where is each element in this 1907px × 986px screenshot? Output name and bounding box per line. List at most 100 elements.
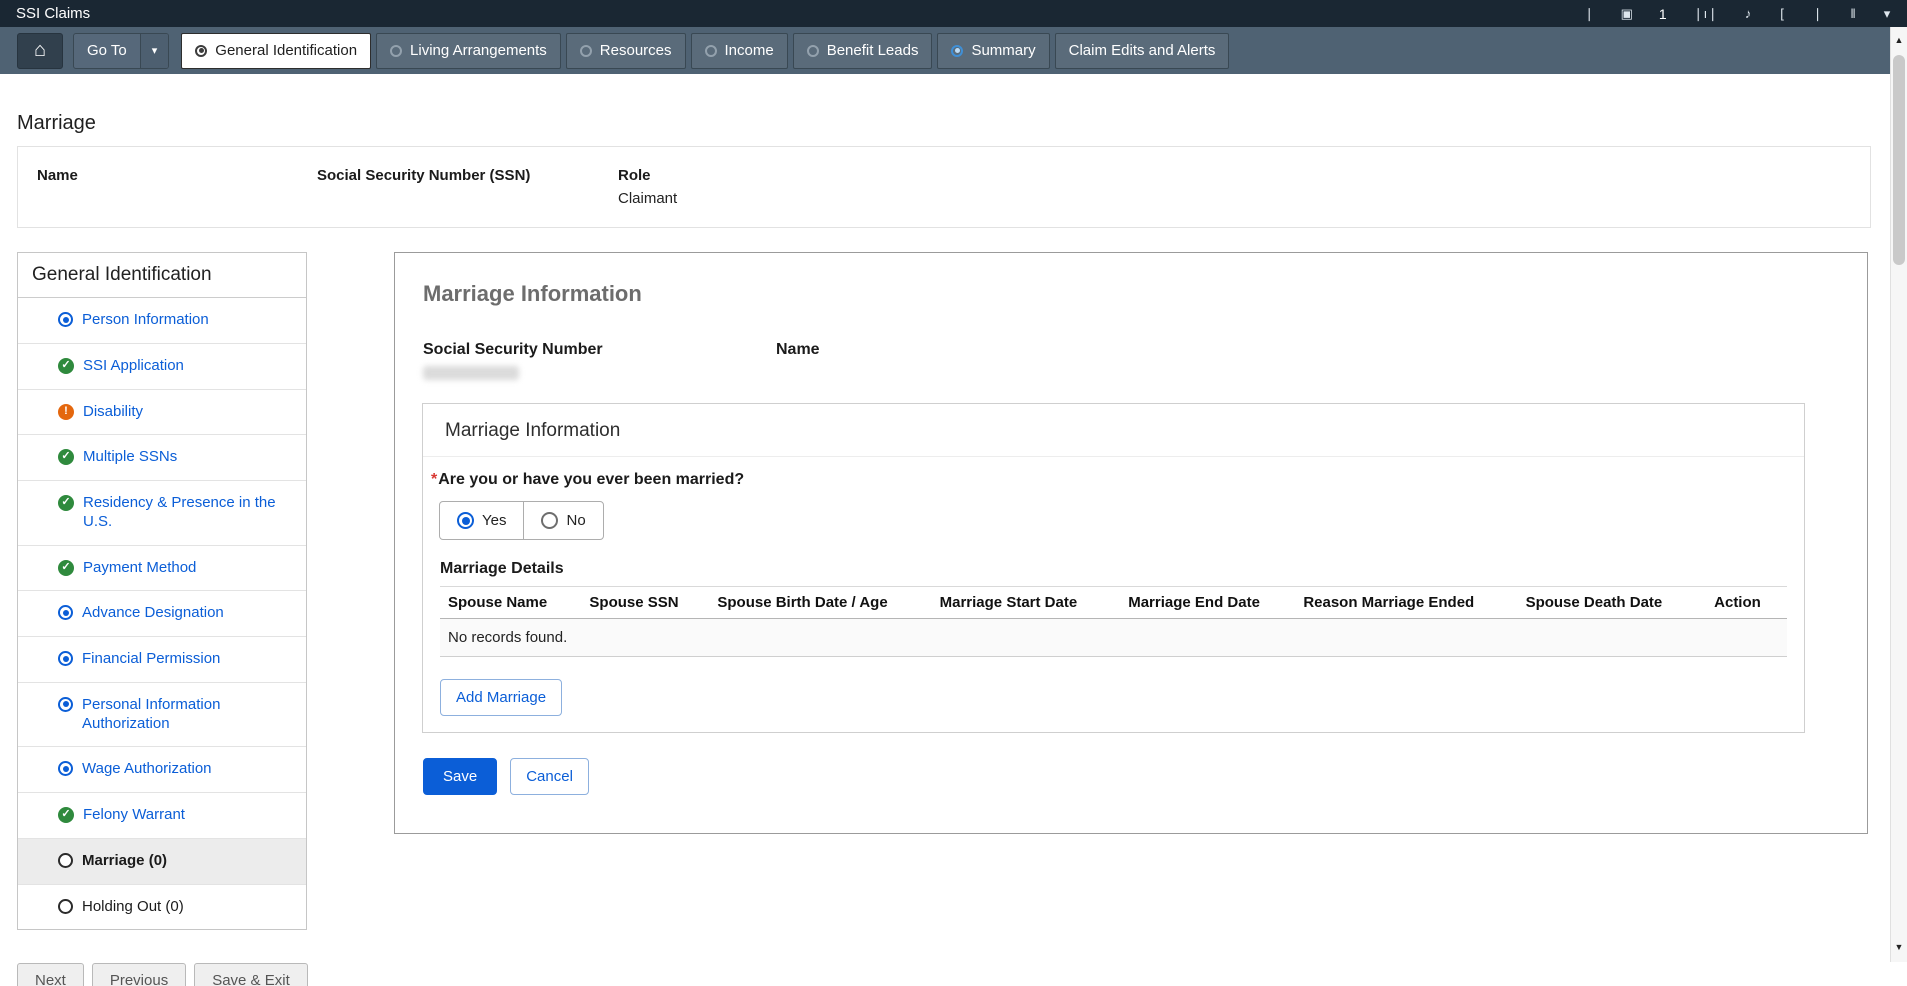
person-name-label: Name	[37, 167, 78, 184]
sidebar-item-advance-designation[interactable]: Advance Designation	[18, 591, 306, 637]
status-complete-icon: ✓	[58, 807, 74, 823]
sidebar-item-marriage-0[interactable]: Marriage (0)	[18, 839, 306, 885]
goto-label: Go To	[74, 34, 140, 68]
scroll-down-arrow-icon[interactable]: ▼	[1891, 936, 1907, 958]
marriage-details-table: Spouse NameSpouse SSNSpouse Birth Date /…	[440, 586, 1787, 657]
cursor-icon[interactable]: ❘	[1584, 6, 1595, 22]
tab-resources[interactable]: Resources	[566, 33, 686, 69]
sidebar-item-label: Payment Method	[83, 559, 196, 578]
status-complete-icon: ✓	[58, 358, 74, 374]
sidebar-item-multiple-ssns[interactable]: ✓Multiple SSNs	[18, 435, 306, 481]
marriage-question-row: *Are you or have you ever been married?	[431, 471, 1804, 489]
sidebar-item-label: Multiple SSNs	[83, 448, 177, 467]
marriage-form: Marriage Information *Are you or have yo…	[422, 403, 1805, 733]
radio-option-yes[interactable]: Yes	[440, 502, 523, 539]
sidebar-item-wage-authorization[interactable]: Wage Authorization	[18, 747, 306, 793]
tab-status-icon	[705, 45, 717, 57]
sidebar-item-label: Holding Out (0)	[82, 898, 184, 917]
tab-general-identification[interactable]: General Identification	[181, 33, 371, 69]
bracket-icon[interactable]: [	[1778, 6, 1786, 21]
col-spouse-death-date: Spouse Death Date	[1518, 587, 1707, 619]
tab-status-icon	[807, 45, 819, 57]
tab-summary[interactable]: Summary	[937, 33, 1049, 69]
tab-status-icon	[195, 45, 207, 57]
empty-message: No records found.	[440, 619, 1787, 657]
person-name-column: Name	[37, 167, 78, 184]
tab-label: Claim Edits and Alerts	[1069, 42, 1216, 59]
sidebar-item-label: Residency & Presence in the U.S.	[83, 494, 296, 532]
sidebar-item-ssi-application[interactable]: ✓ SSI Application	[18, 344, 306, 390]
tab-claim-edits-and-alerts[interactable]: Claim Edits and Alerts	[1055, 33, 1230, 69]
cancel-button[interactable]: Cancel	[510, 758, 589, 795]
status-empty-icon	[58, 853, 73, 868]
sidebar-item-personal-information-authorization[interactable]: Personal Information Authorization	[18, 683, 306, 748]
window-icon[interactable]: ▣	[1621, 6, 1633, 22]
sidebar-item-label: Marriage (0)	[82, 852, 167, 871]
sidebar-item-disability[interactable]: !Disability	[18, 390, 306, 436]
tab-label: Resources	[600, 42, 672, 59]
chevron-down-icon[interactable]: ▾	[1883, 6, 1891, 22]
save-exit-button[interactable]: Save & Exit	[194, 963, 308, 986]
table-header-row: Spouse NameSpouse SSNSpouse Birth Date /…	[440, 587, 1787, 619]
tab-label: General Identification	[215, 42, 357, 59]
radio-label: No	[566, 512, 585, 529]
vertical-scrollbar[interactable]: ▲ ▼	[1890, 27, 1907, 962]
marriage-panel: Marriage Information Social Security Num…	[394, 252, 1868, 834]
tab-benefit-leads[interactable]: Benefit Leads	[793, 33, 933, 69]
page-indicator: 1	[1659, 6, 1667, 22]
topbar: SSI Claims ❘ ▣ 1 ❘ı❘ ♪ [ ❘ ‖ ▾	[0, 0, 1907, 27]
scrollbar-thumb[interactable]	[1893, 55, 1905, 265]
col-spouse-ssn: Spouse SSN	[581, 587, 709, 619]
status-inprogress-icon	[58, 605, 73, 620]
married-radio-group: Yes No	[439, 501, 604, 540]
col-spouse-name: Spouse Name	[440, 587, 581, 619]
scroll-up-arrow-icon[interactable]: ▲	[1891, 29, 1907, 51]
nav-tabs: General Identification Living Arrangement…	[181, 33, 1229, 69]
note-icon[interactable]: ♪	[1744, 6, 1752, 21]
name-label: Name	[776, 341, 820, 359]
chevron-down-icon: ▾	[140, 34, 169, 68]
tab-status-icon	[390, 45, 402, 57]
tab-living-arrangements[interactable]: Living Arrangements	[376, 33, 561, 69]
status-complete-icon: ✓	[58, 495, 74, 511]
bars-icon[interactable]: ‖	[1849, 6, 1857, 21]
sidebar-item-payment-method[interactable]: ✓Payment Method	[18, 546, 306, 592]
radio-option-no[interactable]: No	[523, 502, 602, 539]
app-title: SSI Claims	[16, 5, 90, 22]
home-icon: ⌂	[34, 39, 46, 62]
sidebar-item-label: Felony Warrant	[83, 806, 185, 825]
sidebar-item-label: Financial Permission	[82, 650, 220, 669]
sidebar-item-residency-presence-in-the-u-s[interactable]: ✓ Residency & Presence in the U.S.	[18, 481, 306, 546]
goto-dropdown[interactable]: Go To ▾	[73, 33, 169, 69]
person-role-value: Claimant	[618, 190, 677, 207]
sidebar-item-holding-out-0[interactable]: Holding Out (0)	[18, 885, 306, 930]
sidebar-item-person-information[interactable]: Person Information	[18, 298, 306, 344]
status-inprogress-icon	[58, 651, 73, 666]
sidebar-item-felony-warrant[interactable]: ✓ Felony Warrant	[18, 793, 306, 839]
wizard-buttons: Next Previous Save & Exit	[17, 963, 308, 986]
status-inprogress-icon	[58, 312, 73, 327]
sidebar-item-label: Wage Authorization	[82, 760, 212, 779]
sidebar-title: General Identification	[18, 253, 306, 298]
next-button[interactable]: Next	[17, 963, 84, 986]
previous-button[interactable]: Previous	[92, 963, 186, 986]
col-marriage-start-date: Marriage Start Date	[932, 587, 1121, 619]
tab-label: Income	[725, 42, 774, 59]
ssn-label: Social Security Number	[423, 341, 603, 359]
sidebar-item-label: Personal Information Authorization	[82, 696, 296, 734]
page-title: Marriage	[17, 112, 96, 135]
ssn-value-redacted	[423, 366, 519, 380]
radio-label: Yes	[482, 512, 506, 529]
meter-icon[interactable]: ❘ı❘	[1693, 6, 1718, 22]
sidebar-item-financial-permission[interactable]: Financial Permission	[18, 637, 306, 683]
home-button[interactable]: ⌂	[17, 33, 63, 69]
col-spouse-birth-date-age: Spouse Birth Date / Age	[709, 587, 931, 619]
tab-income[interactable]: Income	[691, 33, 788, 69]
save-button[interactable]: Save	[423, 758, 497, 795]
topbar-icons: ❘ ▣ 1 ❘ı❘ ♪ [ ❘ ‖ ▾	[1584, 6, 1891, 22]
col-action: Action	[1706, 587, 1787, 619]
pipe-icon[interactable]: ❘	[1812, 6, 1823, 22]
sidebar-item-label: SSI Application	[83, 357, 184, 376]
add-marriage-button[interactable]: Add Marriage	[440, 679, 562, 716]
sidebar-item-label: Disability	[83, 403, 143, 422]
